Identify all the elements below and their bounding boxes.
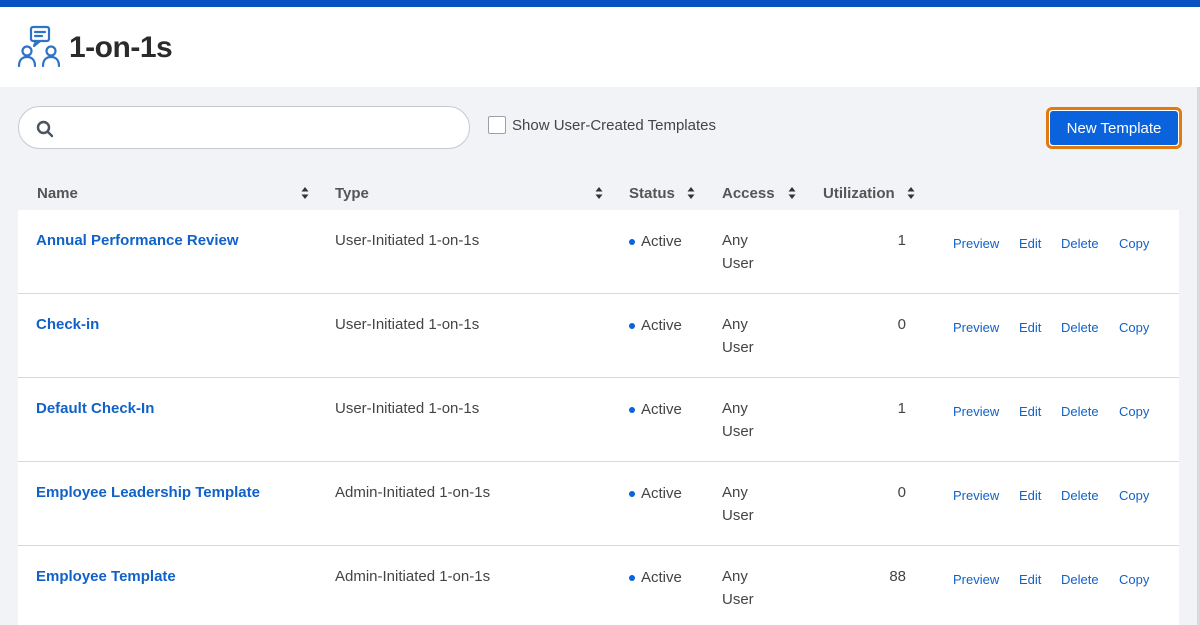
copy-link[interactable]: Copy	[1119, 236, 1149, 251]
table-row: Check-in User-Initiated 1-on-1s Active A…	[18, 294, 1179, 378]
sort-icon[interactable]	[788, 186, 796, 200]
new-template-label: New Template	[1050, 111, 1178, 145]
status-dot-icon	[629, 406, 635, 413]
access-value: Any User	[722, 397, 772, 443]
template-name-link[interactable]: Annual Performance Review	[36, 232, 239, 249]
show-user-created-toggle[interactable]: Show User-Created Templates	[488, 116, 716, 134]
access-line-1: Any	[722, 568, 748, 585]
copy-link[interactable]: Copy	[1119, 320, 1149, 335]
template-type: User-Initiated 1-on-1s	[335, 400, 480, 417]
delete-link[interactable]: Delete	[1061, 320, 1099, 335]
column-header-name[interactable]: Name	[37, 185, 78, 202]
search-box[interactable]	[18, 106, 470, 149]
delete-link[interactable]: Delete	[1061, 488, 1099, 503]
preview-link[interactable]: Preview	[953, 572, 999, 587]
access-line-2: User	[722, 255, 754, 272]
edit-link[interactable]: Edit	[1019, 236, 1041, 251]
page-title: 1-on-1s	[69, 31, 173, 64]
template-type: User-Initiated 1-on-1s	[335, 316, 480, 333]
page-header: 1-on-1s	[0, 7, 1200, 87]
utilization-value: 0	[897, 316, 906, 333]
show-user-created-checkbox[interactable]	[488, 116, 506, 134]
template-name-link[interactable]: Employee Template	[36, 568, 176, 585]
delete-link[interactable]: Delete	[1061, 236, 1099, 251]
table-row: Employee Template Admin-Initiated 1-on-1…	[18, 546, 1179, 625]
one-on-one-people-icon	[17, 25, 61, 68]
table-row: Employee Leadership Template Admin-Initi…	[18, 462, 1179, 546]
access-value: Any User	[722, 313, 772, 359]
preview-link[interactable]: Preview	[953, 320, 999, 335]
status-dot-icon	[629, 574, 635, 581]
template-name-link[interactable]: Default Check-In	[36, 400, 154, 417]
column-header-access[interactable]: Access	[722, 185, 775, 202]
edit-link[interactable]: Edit	[1019, 572, 1041, 587]
table-row: Annual Performance Review User-Initiated…	[18, 210, 1179, 294]
access-line-2: User	[722, 591, 754, 608]
edit-link[interactable]: Edit	[1019, 320, 1041, 335]
preview-link[interactable]: Preview	[953, 488, 999, 503]
access-line-1: Any	[722, 316, 748, 333]
template-type: User-Initiated 1-on-1s	[335, 232, 480, 249]
status-label: Active	[641, 401, 682, 418]
template-type: Admin-Initiated 1-on-1s	[335, 484, 491, 501]
status-label: Active	[641, 317, 682, 334]
status-label: Active	[641, 233, 682, 250]
copy-link[interactable]: Copy	[1119, 488, 1149, 503]
status-badge: Active	[629, 233, 682, 250]
edit-link[interactable]: Edit	[1019, 404, 1041, 419]
access-value: Any User	[722, 229, 772, 275]
new-template-button[interactable]: New Template	[1046, 107, 1182, 149]
column-header-type[interactable]: Type	[335, 185, 369, 202]
status-dot-icon	[629, 322, 635, 329]
status-badge: Active	[629, 317, 682, 334]
access-line-1: Any	[722, 400, 748, 417]
access-line-2: User	[722, 423, 754, 440]
show-user-created-label: Show User-Created Templates	[512, 116, 716, 134]
copy-link[interactable]: Copy	[1119, 572, 1149, 587]
status-badge: Active	[629, 569, 682, 586]
copy-link[interactable]: Copy	[1119, 404, 1149, 419]
access-value: Any User	[722, 481, 772, 527]
status-label: Active	[641, 569, 682, 586]
template-type: Admin-Initiated 1-on-1s	[335, 568, 491, 585]
template-name-link[interactable]: Check-in	[36, 316, 99, 333]
column-header-status[interactable]: Status	[629, 185, 675, 202]
status-dot-icon	[629, 238, 635, 245]
top-accent-bar	[0, 0, 1200, 7]
utilization-value: 88	[889, 568, 906, 585]
preview-link[interactable]: Preview	[953, 236, 999, 251]
delete-link[interactable]: Delete	[1061, 404, 1099, 419]
search-input[interactable]	[67, 115, 457, 141]
access-line-1: Any	[722, 232, 748, 249]
column-header-utilization[interactable]: Utilization	[823, 185, 895, 202]
search-icon	[36, 120, 54, 138]
utilization-value: 0	[897, 484, 906, 501]
sort-icon[interactable]	[595, 186, 603, 200]
sort-icon[interactable]	[301, 186, 309, 200]
table-row: Default Check-In User-Initiated 1-on-1s …	[18, 378, 1179, 462]
access-line-2: User	[722, 339, 754, 356]
delete-link[interactable]: Delete	[1061, 572, 1099, 587]
utilization-value: 1	[897, 232, 906, 249]
utilization-value: 1	[897, 400, 906, 417]
status-label: Active	[641, 485, 682, 502]
access-line-2: User	[722, 507, 754, 524]
status-dot-icon	[629, 490, 635, 497]
templates-table: Name Type Status Access Utilization Annu…	[18, 177, 1179, 625]
sort-icon[interactable]	[687, 186, 695, 200]
edit-link[interactable]: Edit	[1019, 488, 1041, 503]
status-badge: Active	[629, 485, 682, 502]
status-badge: Active	[629, 401, 682, 418]
sort-icon[interactable]	[907, 186, 915, 200]
access-value: Any User	[722, 565, 772, 611]
table-header: Name Type Status Access Utilization	[18, 177, 1179, 210]
preview-link[interactable]: Preview	[953, 404, 999, 419]
template-name-link[interactable]: Employee Leadership Template	[36, 484, 260, 501]
access-line-1: Any	[722, 484, 748, 501]
